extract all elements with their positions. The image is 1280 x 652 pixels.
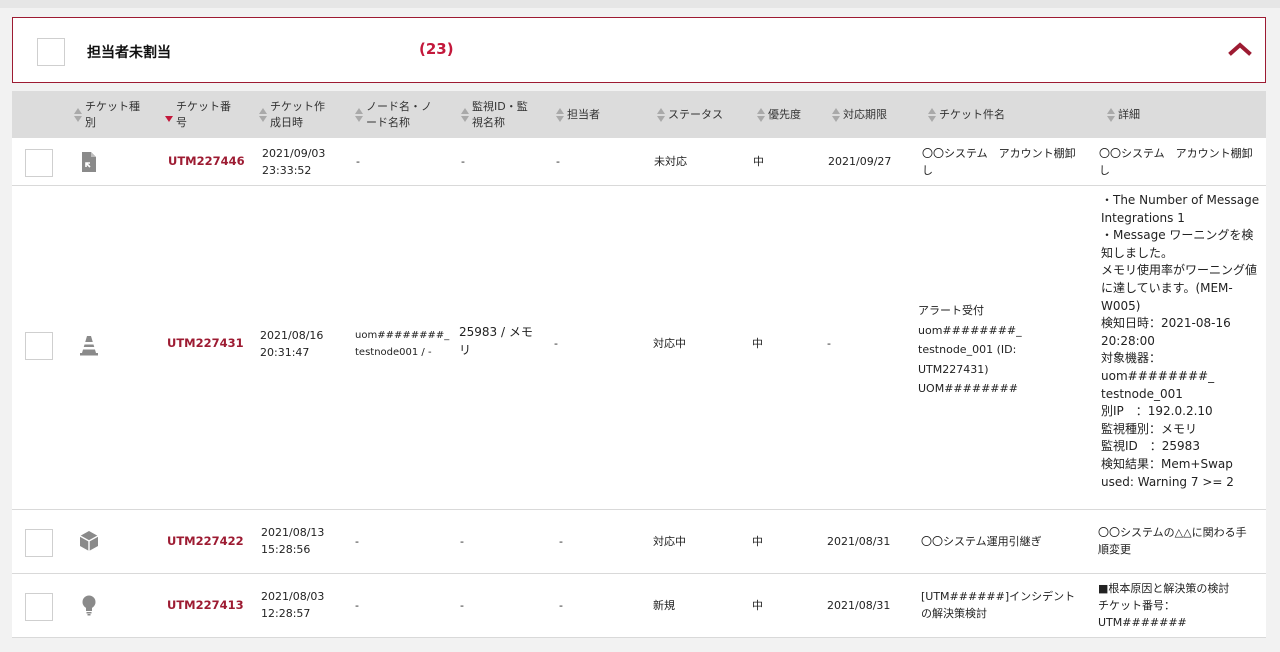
- column-node[interactable]: ノード名・ノ ード名称: [355, 91, 447, 138]
- column-assignee[interactable]: 担当者: [556, 91, 636, 138]
- priority: 中: [752, 599, 763, 612]
- ticket-detail: ■根本原因と解決策の検討 チケット番号： UTM#######: [1098, 582, 1230, 629]
- sort-icon[interactable]: [259, 107, 267, 122]
- document-arrow-icon: [78, 151, 100, 173]
- sort-icon[interactable]: [928, 107, 936, 122]
- due-date: 2021/08/31: [827, 535, 891, 548]
- sort-icon[interactable]: [461, 107, 469, 122]
- column-ticket-number[interactable]: チケット番 号: [165, 91, 245, 138]
- ticket-detail: 〇〇システムの△△に関わる手 順変更: [1098, 526, 1247, 556]
- sort-icon[interactable]: [1107, 107, 1115, 122]
- due-date: 2021/08/31: [827, 599, 891, 612]
- assignee: -: [559, 535, 563, 548]
- sort-icon[interactable]: [757, 107, 765, 122]
- ticket-subject: 〇〇システム アカウント棚卸 し: [922, 147, 1076, 177]
- row-select-checkbox[interactable]: [25, 593, 53, 621]
- table-row[interactable]: UTM227431 2021/08/16 20:31:47 uom#######…: [12, 186, 1266, 510]
- chevron-up-icon[interactable]: [1225, 34, 1255, 64]
- status: 対応中: [653, 337, 686, 350]
- monitor-id: -: [460, 599, 464, 612]
- package-box-icon: [78, 530, 100, 552]
- status: 新規: [653, 599, 675, 612]
- ticket-number-link[interactable]: UTM227431: [167, 335, 244, 352]
- status: 未対応: [654, 155, 687, 168]
- ticket-subject: [UTM######]インシデント の解決策検討: [921, 590, 1076, 620]
- node-name: uom########_ testnode001 / -: [355, 330, 450, 358]
- sort-icon[interactable]: [355, 107, 363, 122]
- column-monitor[interactable]: 監視ID・監 視名称: [461, 91, 546, 138]
- due-date: 2021/09/27: [828, 155, 892, 168]
- sort-desc-icon[interactable]: [165, 108, 173, 122]
- ticket-number-link[interactable]: UTM227413: [167, 597, 244, 614]
- monitor-id: -: [460, 535, 464, 548]
- top-strip: [0, 0, 1280, 8]
- sort-icon[interactable]: [832, 107, 840, 122]
- created-at: 2021/08/03 12:28:57: [261, 590, 325, 620]
- monitor-id: -: [461, 155, 465, 168]
- priority: 中: [752, 535, 763, 548]
- sort-icon[interactable]: [74, 107, 82, 122]
- row-select-checkbox[interactable]: [25, 529, 53, 557]
- lightbulb-icon: [78, 594, 100, 616]
- traffic-cone-icon: [78, 334, 100, 356]
- assignee: -: [554, 337, 558, 350]
- group-count: (23): [419, 40, 454, 58]
- column-created-at[interactable]: チケット作 成日時: [259, 91, 344, 138]
- created-at: 2021/09/03 23:33:52: [262, 147, 326, 177]
- assignee: -: [556, 155, 560, 168]
- table-row[interactable]: UTM227413 2021/08/03 12:28:57 - - - 新規 中…: [12, 574, 1266, 638]
- column-due-date[interactable]: 対応期限: [832, 91, 922, 138]
- priority: 中: [753, 155, 764, 168]
- table-header: チケット種 別 チケット番 号 チケット作 成日時 ノード名・ノ ード名称 監視…: [12, 91, 1266, 138]
- group-header-panel[interactable]: 担当者未割当 (23): [12, 17, 1266, 83]
- node-name: -: [355, 535, 359, 548]
- due-date: -: [827, 337, 831, 350]
- ticket-number-link[interactable]: UTM227446: [168, 153, 245, 170]
- table-row[interactable]: UTM227446 2021/09/03 23:33:52 - - - 未対応 …: [12, 138, 1266, 186]
- column-priority[interactable]: 優先度: [757, 91, 827, 138]
- monitor-id: 25983 / メモ リ: [459, 325, 533, 357]
- created-at: 2021/08/13 15:28:56: [261, 526, 325, 556]
- assignee: -: [559, 599, 563, 612]
- ticket-detail: 〇〇システム アカウント棚卸 し: [1099, 147, 1253, 177]
- created-at: 2021/08/16 20:31:47: [260, 329, 324, 359]
- node-name: -: [355, 599, 359, 612]
- row-select-checkbox[interactable]: [25, 149, 53, 177]
- table-row[interactable]: UTM227422 2021/08/13 15:28:56 - - - 対応中 …: [12, 510, 1266, 574]
- priority: 中: [752, 337, 763, 350]
- ticket-detail: ・The Number of Message Integrations 1 ・M…: [1101, 193, 1260, 489]
- status: 対応中: [653, 535, 686, 548]
- ticket-subject: アラート受付 uom########_ testnode_001 (ID: UT…: [918, 304, 1022, 395]
- column-ticket-type[interactable]: チケット種 別: [74, 91, 154, 138]
- column-detail[interactable]: 詳細: [1107, 91, 1207, 138]
- sort-icon[interactable]: [556, 107, 564, 122]
- group-select-checkbox[interactable]: [37, 38, 65, 66]
- row-select-checkbox[interactable]: [25, 332, 53, 360]
- ticket-subject: 〇〇システム運用引継ぎ: [921, 535, 1042, 548]
- column-subject[interactable]: チケット件名: [928, 91, 1028, 138]
- group-title: 担当者未割当: [87, 45, 171, 61]
- node-name: -: [356, 155, 360, 168]
- column-status[interactable]: ステータス: [657, 91, 747, 138]
- sort-icon[interactable]: [657, 107, 665, 122]
- ticket-number-link[interactable]: UTM227422: [167, 533, 244, 550]
